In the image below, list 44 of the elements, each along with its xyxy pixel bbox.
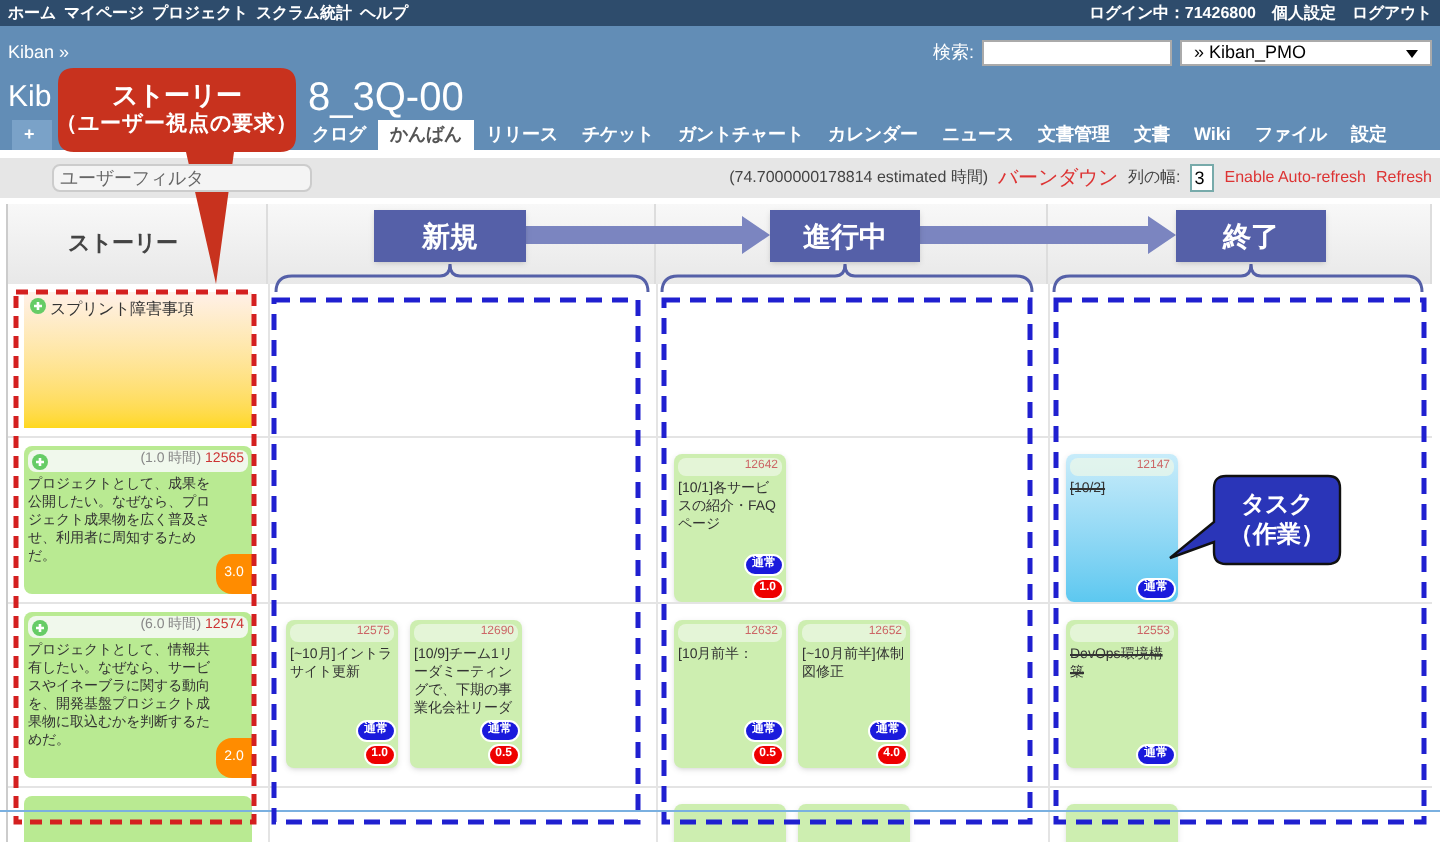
- column-header: ストーリー: [68, 229, 178, 260]
- add-icon[interactable]: [32, 619, 48, 635]
- stage-label: 新規: [374, 210, 526, 262]
- account-link[interactable]: 個人設定: [1272, 1, 1336, 25]
- project-title: 8_3Q-00: [308, 73, 464, 123]
- account-link[interactable]: ログアウト: [1352, 1, 1432, 25]
- column-width-field[interactable]: 3: [1190, 164, 1215, 192]
- estimate-total: (74.7000000178814 estimated 時間): [729, 166, 989, 190]
- tab[interactable]: 設定: [1338, 120, 1399, 150]
- project-select[interactable]: » Kiban_PMO: [1180, 40, 1432, 67]
- dropdown-caret-icon: [1406, 47, 1418, 60]
- column-width-label: 列の幅:: [1128, 166, 1181, 190]
- story-card[interactable]: スプリント障害事項: [24, 292, 252, 428]
- add-icon[interactable]: [30, 298, 46, 314]
- tab[interactable]: Wiki: [1182, 120, 1243, 150]
- tab[interactable]: クログ: [300, 120, 378, 150]
- user-filter-select[interactable]: ユーザーフィルタ: [52, 164, 312, 192]
- tab[interactable]: ニュース: [930, 120, 1026, 150]
- menu-link[interactable]: マイページ: [64, 1, 144, 25]
- add-icon[interactable]: [32, 453, 48, 469]
- search-field[interactable]: [982, 40, 1172, 67]
- burndown-link[interactable]: バーンダウン: [998, 163, 1119, 193]
- menu-link[interactable]: プロジェクト: [152, 1, 248, 25]
- tab[interactable]: リリース: [474, 120, 570, 150]
- stage-label: 進行中: [770, 210, 920, 262]
- search-label: 検索:: [932, 40, 974, 66]
- tab[interactable]: カレンダー: [816, 120, 930, 150]
- tab[interactable]: かんばん: [378, 120, 474, 150]
- tab[interactable]: ファイル: [1242, 120, 1339, 150]
- menu-link[interactable]: ヘルプ: [360, 1, 408, 25]
- refresh-link[interactable]: Refresh: [1375, 166, 1432, 190]
- breadcrumb-link[interactable]: Kiban »: [8, 40, 464, 67]
- tab[interactable]: 文書: [1122, 120, 1182, 150]
- story-title: スプリント障害事項: [50, 298, 194, 322]
- tab[interactable]: ガントチャート: [666, 120, 816, 150]
- task-callout: タスク （作業）: [1168, 474, 1342, 568]
- tab[interactable]: チケット: [570, 120, 666, 150]
- stage-label: 終了: [1176, 210, 1326, 262]
- tab[interactable]: 文書管理: [1026, 120, 1122, 150]
- project-title: Kib: [8, 77, 54, 117]
- menu-link[interactable]: スクラム統計: [256, 1, 352, 25]
- auto-refresh-link[interactable]: Enable Auto-refresh: [1224, 166, 1366, 190]
- menu-link[interactable]: ホーム: [8, 1, 56, 25]
- login-status: ログイン中：71426800: [1088, 1, 1256, 25]
